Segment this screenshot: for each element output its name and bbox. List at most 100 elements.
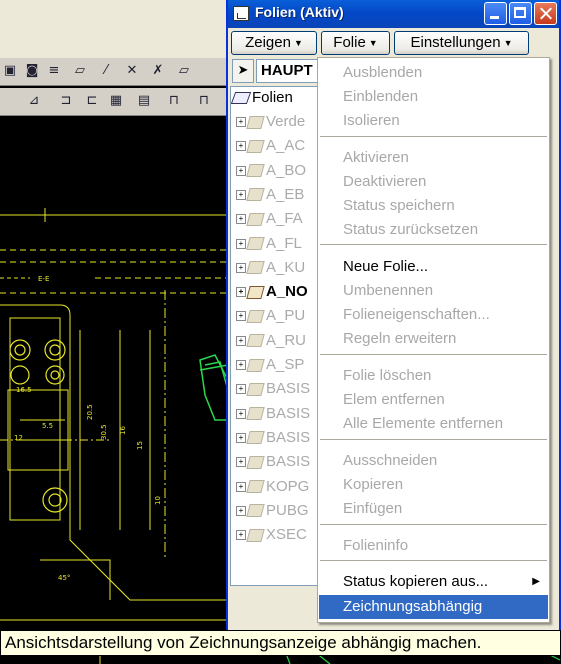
tree-item-label: XSEC [266,526,307,544]
menu-item[interactable]: Ausschneiden [319,449,548,473]
folie-menu-label: Folie [333,34,366,51]
menu-separator [320,560,547,561]
expand-icon[interactable]: + [236,141,246,152]
expand-icon[interactable]: + [236,481,246,492]
menu-item[interactable]: Status speichern [319,194,548,218]
tree-item-label: Verde [266,113,306,130]
cad-label: 12 [14,434,23,442]
menu-item[interactable]: Einblenden [319,85,548,109]
cad-label: E-E [38,275,49,283]
expand-icon[interactable]: + [236,505,246,516]
tree-item[interactable]: + A_NO [236,281,308,303]
expand-icon[interactable]: + [236,360,246,371]
expand-icon[interactable]: + [236,311,246,322]
tree-item[interactable]: + A_RU [236,330,306,352]
layer-tree[interactable]: Folien + Verde + A_AC + A_BO + A_EB + A_FA + A_FL + A… [230,86,322,586]
tree-item[interactable]: + Verde [236,111,305,133]
menu-item[interactable]: Zeichnungsabhängig [319,595,548,619]
menu-item-label: Status kopieren aus... [343,573,489,590]
maximize-button[interactable] [509,2,532,25]
cad-lines-yellow [0,208,228,664]
close-button[interactable] [534,2,557,25]
einstellungen-menu-button[interactable]: Einstellungen ▼ [394,31,529,55]
layer-icon [246,528,265,542]
menu-separator [320,244,547,245]
tree-item[interactable]: + A_EB [236,184,304,206]
tree-item[interactable]: + A_KU [236,257,305,279]
chevron-down-icon: ▼ [368,38,378,49]
expand-icon[interactable]: + [236,432,246,443]
pointer-select-button[interactable]: ➤ [232,59,254,83]
menu-item[interactable]: Alle Elemente entfernen [319,412,548,436]
menu-item[interactable]: Folieninfo [319,534,548,558]
expand-icon[interactable]: + [236,530,246,541]
expand-icon[interactable]: + [236,335,246,346]
layer-icon [246,382,265,396]
expand-icon[interactable]: + [236,408,246,419]
menu-item[interactable]: Status zurücksetzen [319,218,548,242]
tree-item[interactable]: + PUBG [236,500,309,522]
menu-item[interactable]: Regeln erweitern [319,327,548,351]
tree-item[interactable]: + A_FA [236,208,303,230]
expand-icon[interactable]: + [236,457,246,468]
tree-item-label: A_BO [266,161,307,179]
tree-item-label: BASIS [266,404,311,422]
active-layer-field[interactable]: HAUPT [256,59,322,83]
layer-icon [246,358,265,372]
tree-item-label: BASIS [266,428,311,446]
tree-item[interactable]: + A_FL [236,233,302,255]
menu-item-label: Alle Elemente entfernen [343,415,504,432]
tree-item[interactable]: + BASIS [236,451,310,473]
layer-icon [246,455,265,469]
menu-item[interactable]: Folie löschen [319,364,548,388]
cad-annotations: E-E 16.5 5.5 12 20.5 30.5 15 16 45° 10 [14,275,162,582]
expand-icon[interactable]: + [236,214,246,225]
menu-item-label: Status zurücksetzen [343,221,479,238]
tree-item[interactable]: + BASIS [236,378,310,400]
expand-icon[interactable]: + [236,117,246,128]
expand-icon[interactable]: + [236,189,246,200]
menu-item[interactable]: Isolieren [319,109,548,133]
layer-icon [246,285,265,299]
pointer-icon: ➤ [237,63,249,78]
title-bar[interactable]: Folien (Aktiv) [228,0,559,28]
menu-item[interactable]: Deaktivieren [319,170,548,194]
expand-icon[interactable]: + [236,238,246,249]
expand-icon[interactable]: + [236,165,246,176]
expand-icon[interactable]: + [236,287,246,298]
tree-item[interactable]: + A_SP [236,354,304,376]
zeigen-menu-button[interactable]: Zeigen ▼ [231,31,317,55]
menu-item[interactable]: Aktivieren [319,146,548,170]
menu-item[interactable]: Status kopieren aus... ▶ [319,570,548,594]
menu-item[interactable]: Ausblenden [319,61,548,85]
folie-menu-button[interactable]: Folie ▼ [321,31,390,55]
expand-icon[interactable]: + [236,384,246,395]
menu-item-label: Aktivieren [343,149,409,166]
tree-item[interactable]: + A_AC [236,135,305,157]
tree-item-label: A_NO [266,283,308,301]
menu-item-label: Umbenennen [343,282,434,299]
tree-item[interactable]: + A_PU [236,305,305,327]
tree-root[interactable]: Folien [231,89,293,106]
tree-item[interactable]: + A_BO [236,160,306,182]
menu-item-label: Folieninfo [343,537,409,554]
tree-item-label: A_FL [266,234,302,252]
menu-item[interactable]: Folieneigenschaften... [319,303,548,327]
layer-icon [246,164,265,178]
tree-item-label: KOPG [266,477,310,495]
menu-item[interactable]: Neue Folie... [319,255,548,279]
menu-separator [320,524,547,525]
menu-item[interactable]: Elem entfernen [319,388,548,412]
expand-icon[interactable]: + [236,262,246,273]
tree-item[interactable]: + KOPG [236,476,309,498]
tree-item[interactable]: + BASIS [236,427,310,449]
minimize-button[interactable] [484,2,507,25]
tree-item[interactable]: + BASIS [236,403,310,425]
tree-item[interactable]: + XSEC [236,524,307,546]
layer-icon [246,431,265,445]
menu-item[interactable]: Umbenennen [319,279,548,303]
menu-item[interactable]: Kopieren [319,473,548,497]
window-icon [233,6,249,21]
layer-icon [246,212,265,226]
menu-item[interactable]: Einfügen [319,497,548,521]
